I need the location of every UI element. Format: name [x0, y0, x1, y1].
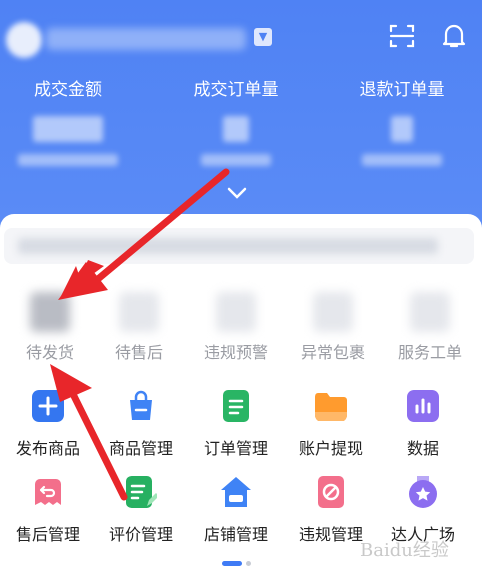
annotation-arrow-lower	[50, 364, 128, 501]
watermark: Baidu经验	[360, 540, 449, 561]
annotation-arrow-upper	[58, 168, 230, 300]
annotation-arrows	[50, 168, 230, 501]
